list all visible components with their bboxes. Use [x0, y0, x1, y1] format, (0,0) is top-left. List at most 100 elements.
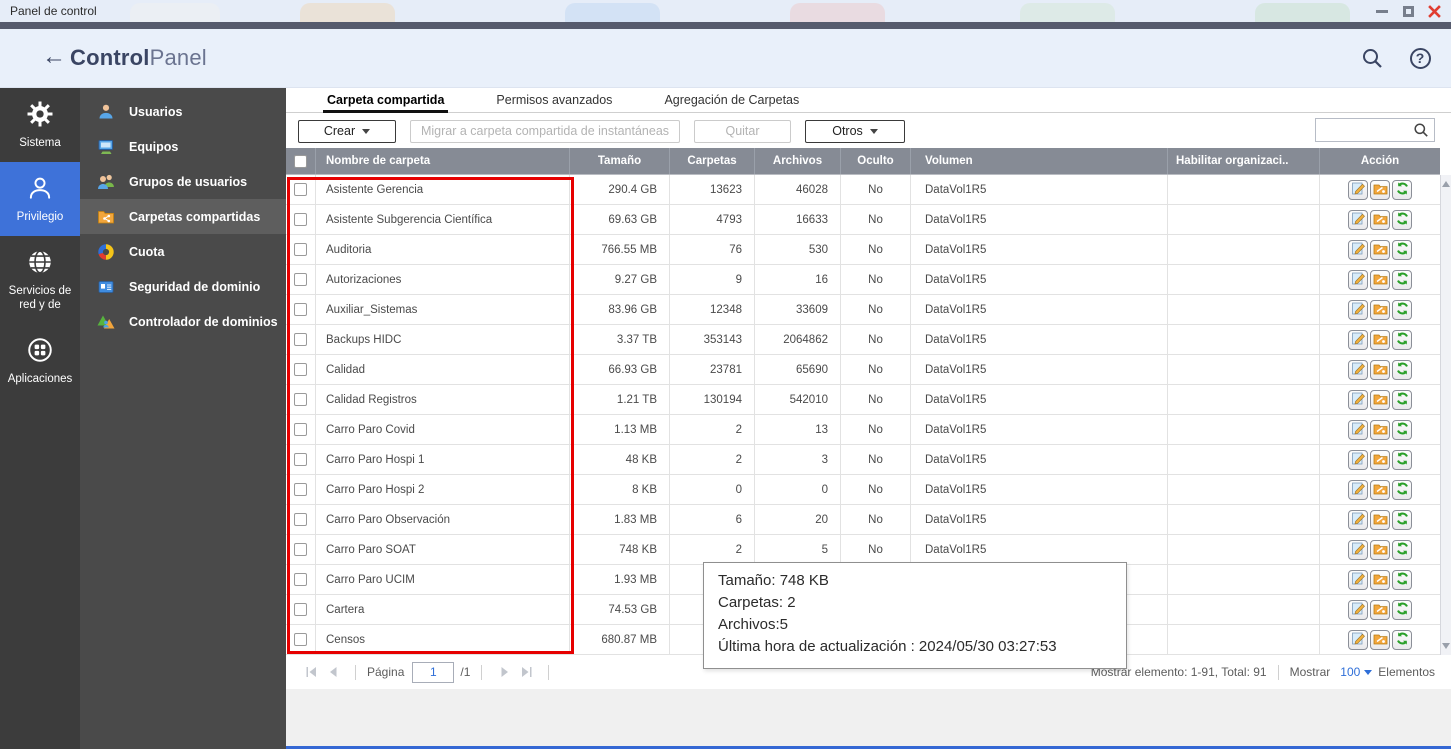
refresh-action-button[interactable]: [1392, 419, 1412, 440]
table-row[interactable]: Calidad 66.93 GB 23781 65690 No DataVol1R5: [286, 355, 1440, 385]
row-checkbox[interactable]: [294, 633, 307, 646]
chevron-down-icon[interactable]: [1364, 669, 1373, 675]
cell-folder-name[interactable]: Cartera: [316, 595, 570, 624]
row-checkbox[interactable]: [294, 573, 307, 586]
table-row[interactable]: Autorizaciones 9.27 GB 9 16 No DataVol1R5: [286, 265, 1440, 295]
help-icon[interactable]: ?: [1407, 45, 1433, 71]
cell-folder-name[interactable]: Carro Paro Hospi 1: [316, 445, 570, 474]
sidebar-section-sistema[interactable]: Sistema: [0, 88, 80, 162]
table-row[interactable]: Carro Paro Observación 1.83 MB 6 20 No DataVo…: [286, 505, 1440, 535]
row-checkbox[interactable]: [294, 393, 307, 406]
sidebar-item-controlador-de-dominios[interactable]: Controlador de dominios: [80, 304, 286, 339]
close-button[interactable]: [1427, 4, 1441, 18]
table-row[interactable]: Carro Paro Hospi 1 48 KB 2 3 No DataVol1R5: [286, 445, 1440, 475]
refresh-action-button[interactable]: [1392, 269, 1412, 290]
row-checkbox[interactable]: [294, 363, 307, 376]
select-all-checkbox[interactable]: [294, 154, 307, 168]
create-button[interactable]: Crear: [298, 119, 396, 143]
row-checkbox[interactable]: [294, 243, 307, 256]
column-header-files[interactable]: Archivos: [755, 148, 841, 174]
refresh-action-button[interactable]: [1392, 539, 1412, 560]
sidebar-section-privilegio[interactable]: Privilegio: [0, 162, 80, 236]
refresh-action-button[interactable]: [1392, 329, 1412, 350]
search-icon[interactable]: [1359, 45, 1385, 71]
folder-permission-action-button[interactable]: [1370, 569, 1390, 590]
refresh-action-button[interactable]: [1392, 479, 1412, 500]
tab-carpeta-compartida[interactable]: Carpeta compartida: [323, 88, 449, 113]
row-checkbox[interactable]: [294, 543, 307, 556]
edit-action-button[interactable]: [1348, 359, 1368, 380]
refresh-action-button[interactable]: [1392, 449, 1412, 470]
maximize-button[interactable]: [1401, 4, 1415, 18]
edit-action-button[interactable]: [1348, 509, 1368, 530]
folder-permission-action-button[interactable]: [1370, 479, 1390, 500]
row-checkbox[interactable]: [294, 273, 307, 286]
refresh-action-button[interactable]: [1392, 209, 1412, 230]
folder-permission-action-button[interactable]: [1370, 449, 1390, 470]
remove-button[interactable]: Quitar: [694, 119, 791, 143]
folder-permission-action-button[interactable]: [1370, 239, 1390, 260]
cell-folder-name[interactable]: Auditoria: [316, 235, 570, 264]
edit-action-button[interactable]: [1348, 569, 1368, 590]
edit-action-button[interactable]: [1348, 329, 1368, 350]
refresh-action-button[interactable]: [1392, 389, 1412, 410]
cell-folder-name[interactable]: Calidad: [316, 355, 570, 384]
refresh-action-button[interactable]: [1392, 629, 1412, 650]
folder-permission-action-button[interactable]: [1370, 269, 1390, 290]
edit-action-button[interactable]: [1348, 539, 1368, 560]
edit-action-button[interactable]: [1348, 269, 1368, 290]
folder-permission-action-button[interactable]: [1370, 389, 1390, 410]
cell-folder-name[interactable]: Backups HIDC: [316, 325, 570, 354]
column-header-name[interactable]: Nombre de carpeta: [316, 148, 570, 174]
row-checkbox[interactable]: [294, 483, 307, 496]
column-header-volume[interactable]: Volumen: [911, 148, 1168, 174]
column-header-folders[interactable]: Carpetas: [670, 148, 755, 174]
others-button[interactable]: Otros: [805, 119, 905, 143]
folder-permission-action-button[interactable]: [1370, 539, 1390, 560]
refresh-action-button[interactable]: [1392, 359, 1412, 380]
cell-folder-name[interactable]: Carro Paro UCIM: [316, 565, 570, 594]
edit-action-button[interactable]: [1348, 449, 1368, 470]
refresh-action-button[interactable]: [1392, 179, 1412, 200]
row-checkbox[interactable]: [294, 513, 307, 526]
table-row[interactable]: Auditoria 766.55 MB 76 530 No DataVol1R5: [286, 235, 1440, 265]
table-row[interactable]: Carro Paro Covid 1.13 MB 2 13 No DataVol1R5: [286, 415, 1440, 445]
next-page-icon[interactable]: [497, 666, 511, 678]
sidebar-item-cuota[interactable]: Cuota: [80, 234, 286, 269]
table-row[interactable]: Asistente Subgerencia Científica 69.63 GB…: [286, 205, 1440, 235]
column-header-organization[interactable]: Habilitar organizaci..: [1168, 148, 1320, 174]
cell-folder-name[interactable]: Carro Paro SOAT: [316, 535, 570, 564]
edit-action-button[interactable]: [1348, 629, 1368, 650]
cell-folder-name[interactable]: Calidad Registros: [316, 385, 570, 414]
table-row[interactable]: Backups HIDC 3.37 TB 353143 2064862 No DataVo…: [286, 325, 1440, 355]
minimize-button[interactable]: [1375, 4, 1389, 18]
scroll-down-icon[interactable]: [1441, 639, 1451, 653]
row-checkbox[interactable]: [294, 213, 307, 226]
sidebar-section-aplicaciones[interactable]: Aplicaciones: [0, 324, 80, 398]
folder-permission-action-button[interactable]: [1370, 329, 1390, 350]
folder-permission-action-button[interactable]: [1370, 629, 1390, 650]
folder-permission-action-button[interactable]: [1370, 599, 1390, 620]
row-checkbox[interactable]: [294, 333, 307, 346]
refresh-action-button[interactable]: [1392, 569, 1412, 590]
refresh-action-button[interactable]: [1392, 509, 1412, 530]
prev-page-icon[interactable]: [326, 666, 340, 678]
back-arrow-icon[interactable]: ←: [42, 43, 66, 71]
table-row[interactable]: Asistente Gerencia 290.4 GB 13623 46028 No Da…: [286, 175, 1440, 205]
row-checkbox[interactable]: [294, 183, 307, 196]
page-number-input[interactable]: [412, 661, 455, 683]
folder-permission-action-button[interactable]: [1370, 209, 1390, 230]
tab-agregacion-de-carpetas[interactable]: Agregación de Carpetas: [660, 88, 803, 112]
edit-action-button[interactable]: [1348, 209, 1368, 230]
folder-permission-action-button[interactable]: [1370, 299, 1390, 320]
row-checkbox[interactable]: [294, 603, 307, 616]
edit-action-button[interactable]: [1348, 389, 1368, 410]
vertical-scrollbar[interactable]: [1440, 175, 1451, 655]
table-row[interactable]: Carro Paro Hospi 28 KB 0 0 No DataVol1R5: [286, 475, 1440, 505]
tab-permisos-avanzados[interactable]: Permisos avanzados: [492, 88, 616, 112]
edit-action-button[interactable]: [1348, 239, 1368, 260]
migrate-button[interactable]: Migrar a carpeta compartida de instantán…: [410, 119, 680, 143]
sidebar-item-equipos[interactable]: Equipos: [80, 129, 286, 164]
sidebar-section-servicios[interactable]: Servicios de red y de: [0, 236, 80, 324]
edit-action-button[interactable]: [1348, 599, 1368, 620]
